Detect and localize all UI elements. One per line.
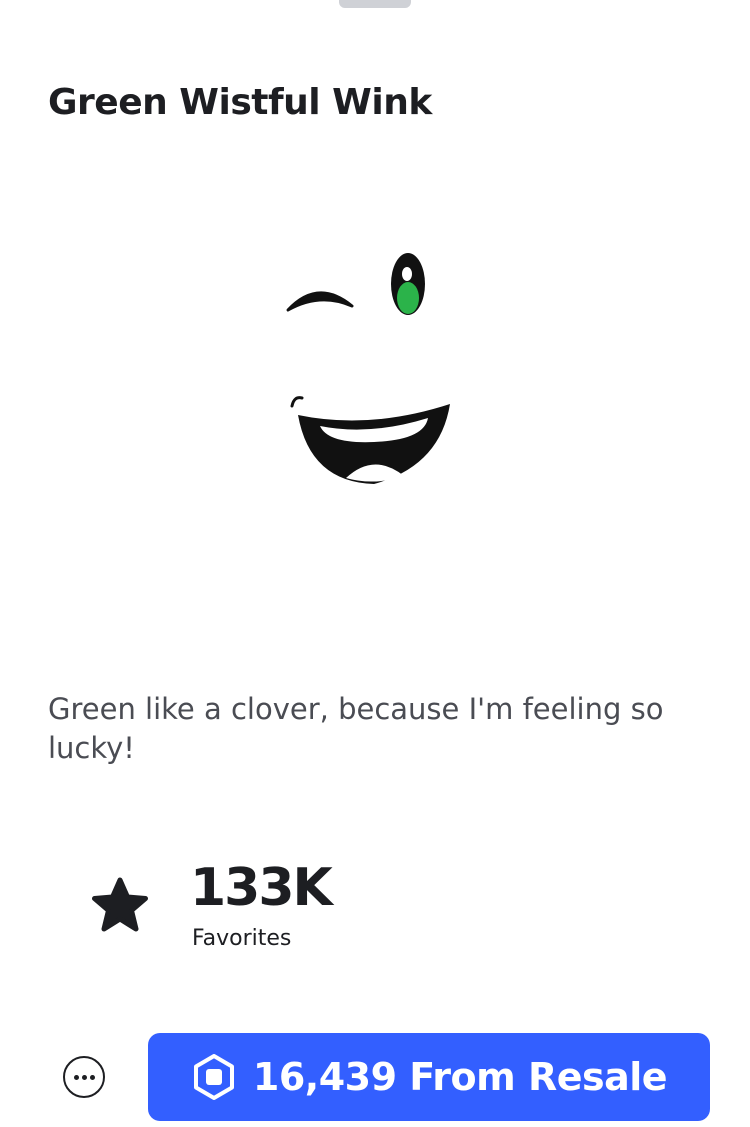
item-description: Green like a clover, because I'm feeling… (48, 692, 664, 765)
robux-icon (193, 1054, 234, 1100)
item-thumbnail (240, 230, 500, 510)
more-options-icon[interactable] (63, 1056, 105, 1098)
more-options-button[interactable] (42, 1035, 126, 1119)
buy-from-resale-button[interactable]: 16,439 From Resale (148, 1033, 710, 1121)
buy-button-label: 16,439 From Resale (252, 1055, 668, 1099)
star-icon[interactable] (88, 874, 152, 938)
favorites-count: 133K (190, 858, 333, 918)
item-title: Green Wistful Wink (48, 82, 432, 123)
drag-handle[interactable] (339, 0, 411, 8)
favorites-label: Favorites (192, 926, 292, 951)
